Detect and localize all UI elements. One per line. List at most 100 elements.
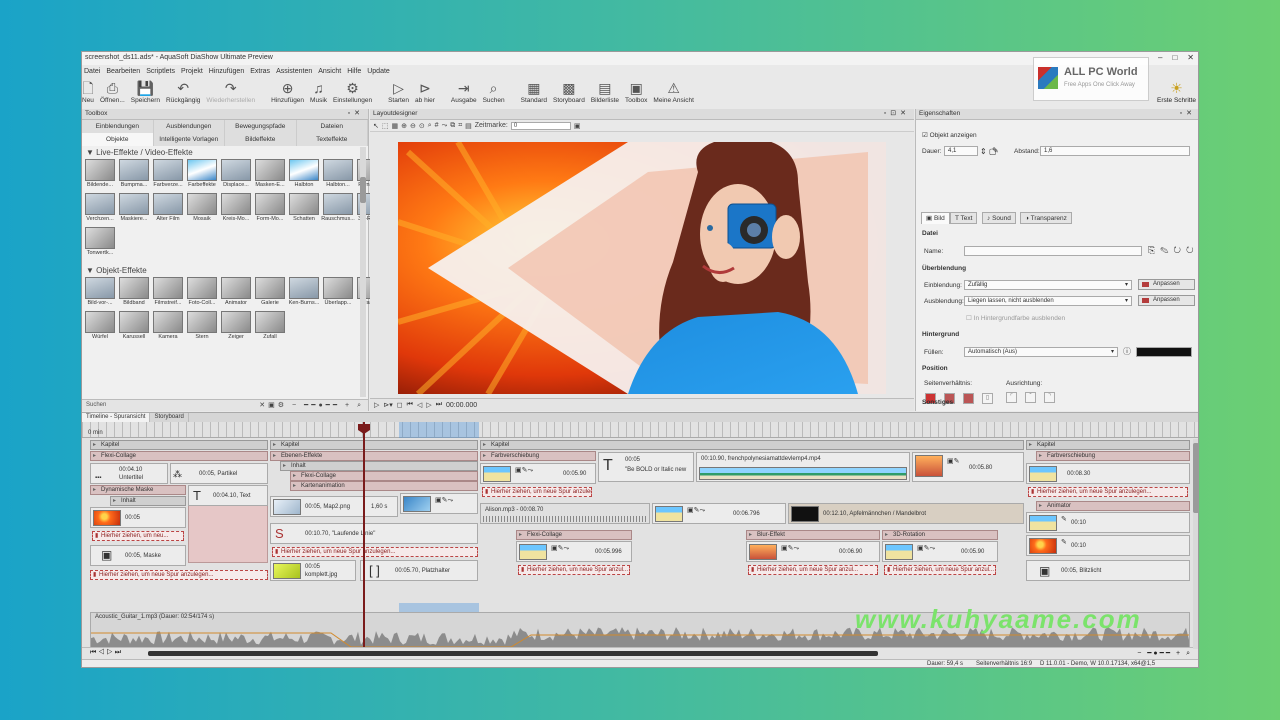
first-steps-button[interactable]: ☀ Erste Schritte [1157,79,1196,104]
effect-tile[interactable]: Bildende... [83,159,117,192]
effect-tile[interactable]: Bild-vor-... [83,277,117,310]
drop-zone-far[interactable]: Hierher ziehen, um neue Spur anzulegen..… [1028,487,1188,497]
ribbon-settings-button[interactable]: ⚙ Einstellungen [333,79,372,104]
menu-ansicht[interactable]: Ansicht [318,66,341,78]
effect-tile[interactable]: Stern [185,311,219,344]
flexi-collage-header-3[interactable]: Flexi-Collage [516,530,632,540]
placeholder-item[interactable]: [ ] 00:05.70, Platzhalter [360,560,478,581]
tab-objekte[interactable]: Objekte [82,133,154,146]
effect-tile[interactable]: Bumpma... [117,159,151,192]
chapter-header-2[interactable]: Kapitel [270,440,478,450]
timeline-vertical-scrollbar[interactable] [1193,439,1198,649]
drop-zone-blur[interactable]: Hierher ziehen, um neue Spur anzul... [748,565,878,575]
raster-icon[interactable]: # [435,122,439,129]
zoom-in-icon[interactable]: ⊕ [401,122,407,130]
minimize-button[interactable]: – [1158,53,1162,62]
effect-tile[interactable]: Farbverze... [151,159,185,192]
tab-ausblendungen[interactable]: Ausblendungen [154,120,225,133]
sunset-item[interactable]: ▣✎ 00:05.80 [912,452,1024,482]
effect-tile[interactable]: Animator [219,277,253,310]
effect-tile[interactable]: Überlapp... [321,277,355,310]
drop-zone-flexi[interactable]: Hierher ziehen, um neue Spur anzul... [518,565,630,575]
toolbox-search-label[interactable]: Suchen [86,402,106,408]
tab-texteffekte[interactable]: Texteffekte [297,133,368,146]
chapter-header-3[interactable]: Kapitel [480,440,1024,450]
tab-bewegungspfade[interactable]: Bewegungspfade [225,120,297,133]
dauer-input[interactable]: 4,1 [944,146,978,156]
ribbon-export-button[interactable]: ⇥ Ausgabe [451,79,477,104]
toolbox-zoom-controls[interactable]: ✕▣⚙ − ━━●━━ + ⌕ [259,401,364,410]
text-item[interactable]: T 00:04.10, Text [188,485,268,506]
effect-tile[interactable]: Form-Mo... [253,193,287,226]
effect-tile[interactable]: Schatten [287,193,321,226]
color-shift-header-2[interactable]: Farbverschiebung [1036,451,1190,461]
tab-sound[interactable]: ♪ Sound [982,212,1016,224]
effect-tile[interactable]: Foto-Coll... [185,277,219,310]
effect-tile[interactable]: Galerie [253,277,287,310]
ribbon-new-doc-button[interactable]: 🗋 Neu [82,79,94,104]
fuellen-select[interactable]: Automatisch (Aus) ▾ [964,347,1118,357]
forward-icon[interactable]: ▷ [426,401,431,409]
next-frame-icon[interactable]: ⏭ [436,401,442,409]
drop-zone-long[interactable]: Hierher ziehen, um neue Spur anzulegen..… [90,570,268,580]
far-item-1[interactable]: 00:08.30 [1026,463,1190,484]
tab-transparenz[interactable]: ◑ Transparenz [1020,212,1072,224]
drop-zone-rotation[interactable]: Hierher ziehen, um neue Spur anzul... [884,565,996,575]
tab-bildeffekte[interactable]: Bildeffekte [225,133,297,146]
mask-item[interactable]: ▣ 00:05, Maske [90,545,186,566]
drop-zone-mid[interactable]: Hierher ziehen, um neue Spur anzulegen..… [272,547,478,557]
ribbon-storyboard-button[interactable]: ▩ Storyboard [553,79,585,104]
pen-icon[interactable]: ✎ [992,146,999,155]
chapter-header-4[interactable]: Kapitel [1026,440,1190,450]
effect-tile[interactable]: Mosaik [185,193,219,226]
menu-datei[interactable]: Datei [84,66,100,78]
save-frame-icon[interactable]: ▣ [574,122,581,130]
photo-item[interactable]: ▣✎⤳ [400,493,478,514]
drop-zone[interactable]: Hierher ziehen, um neu... [92,531,184,541]
ribbon-add-button[interactable]: ⊕ Hinzufügen [271,79,304,104]
align-top-right[interactable]: ⌝ [1044,392,1055,403]
ausblendung-select[interactable]: Liegen lassen, nicht ausblenden ▾ [964,296,1132,306]
properties-header-controls[interactable]: ▫✕ [1180,109,1196,117]
menu-bearbeiten[interactable]: Bearbeiten [106,66,140,78]
running-line-item[interactable]: S 00:10.70, "Laufende Linie" [270,523,478,544]
3d-rotation-header[interactable]: 3D-Rotation [882,530,998,540]
dynamic-mask-header[interactable]: Dynamische Maske [90,485,186,495]
info-icon[interactable]: ⓘ [1123,346,1131,357]
background-color-swatch[interactable] [1136,347,1192,357]
close-button[interactable]: ✕ [1187,53,1194,62]
tab-text[interactable]: T Text [950,212,978,224]
select-tool-icon[interactable]: ⬚ [382,122,389,130]
pointer-tool-icon[interactable]: ↖ [373,122,379,130]
play-icon[interactable]: ▷ [374,401,379,409]
ribbon-play-from-here-button[interactable]: ⊳ ab hier [415,79,435,104]
bg-fade-checkbox[interactable]: ☐ In Hintergrundfarbe ausblenden [966,314,1065,322]
blur-effect-item[interactable]: ▣✎⤳ 00:06.90 [746,541,880,562]
effect-tile[interactable]: Würfel [83,311,117,344]
timeline-playhead[interactable] [363,422,365,654]
stop-icon[interactable]: ◻ [397,401,403,409]
effect-tile[interactable]: Masken-E... [253,159,287,192]
color-shift-item[interactable]: ▣✎⤳ 00:05.90 [480,463,596,484]
effect-tile[interactable]: Tonwertk... [83,227,117,260]
ausblendung-anpassen-button[interactable]: Anpassen [1138,295,1195,306]
grid-tool-icon[interactable]: ▦ [392,122,399,130]
menu-assistenten[interactable]: Assistenten [276,66,312,78]
crop-icon[interactable]: ⌗ [458,122,462,130]
chapter-header[interactable]: Kapitel [90,440,268,450]
file-action-icons[interactable]: ⎘✎↻↻ [1148,245,1198,256]
image-item-3[interactable]: ▣✎⤳ 00:06.796 [652,503,786,524]
effect-tile[interactable]: Zeiger [219,311,253,344]
show-object-checkbox[interactable]: ☑ Objekt anzeigen [922,131,977,139]
ribbon-music-button[interactable]: ♫ Musik [310,79,327,104]
play-from-icon[interactable]: ⊳▾ [383,401,392,409]
abstand-input[interactable]: 1,6 [1040,146,1190,156]
zoom-out-icon[interactable]: ⊖ [410,122,416,130]
einblendung-anpassen-button[interactable]: Anpassen [1138,279,1195,290]
rewind-icon[interactable]: ◁ [417,401,422,409]
align-top-left[interactable]: ⌜ [1006,392,1017,403]
preview-canvas[interactable] [398,142,886,394]
tab-einblendungen[interactable]: Einblendungen [82,120,154,133]
effect-tile[interactable]: Ken-Burns... [287,277,321,310]
ribbon-standard-view-button[interactable]: ▦ Standard [521,79,547,104]
